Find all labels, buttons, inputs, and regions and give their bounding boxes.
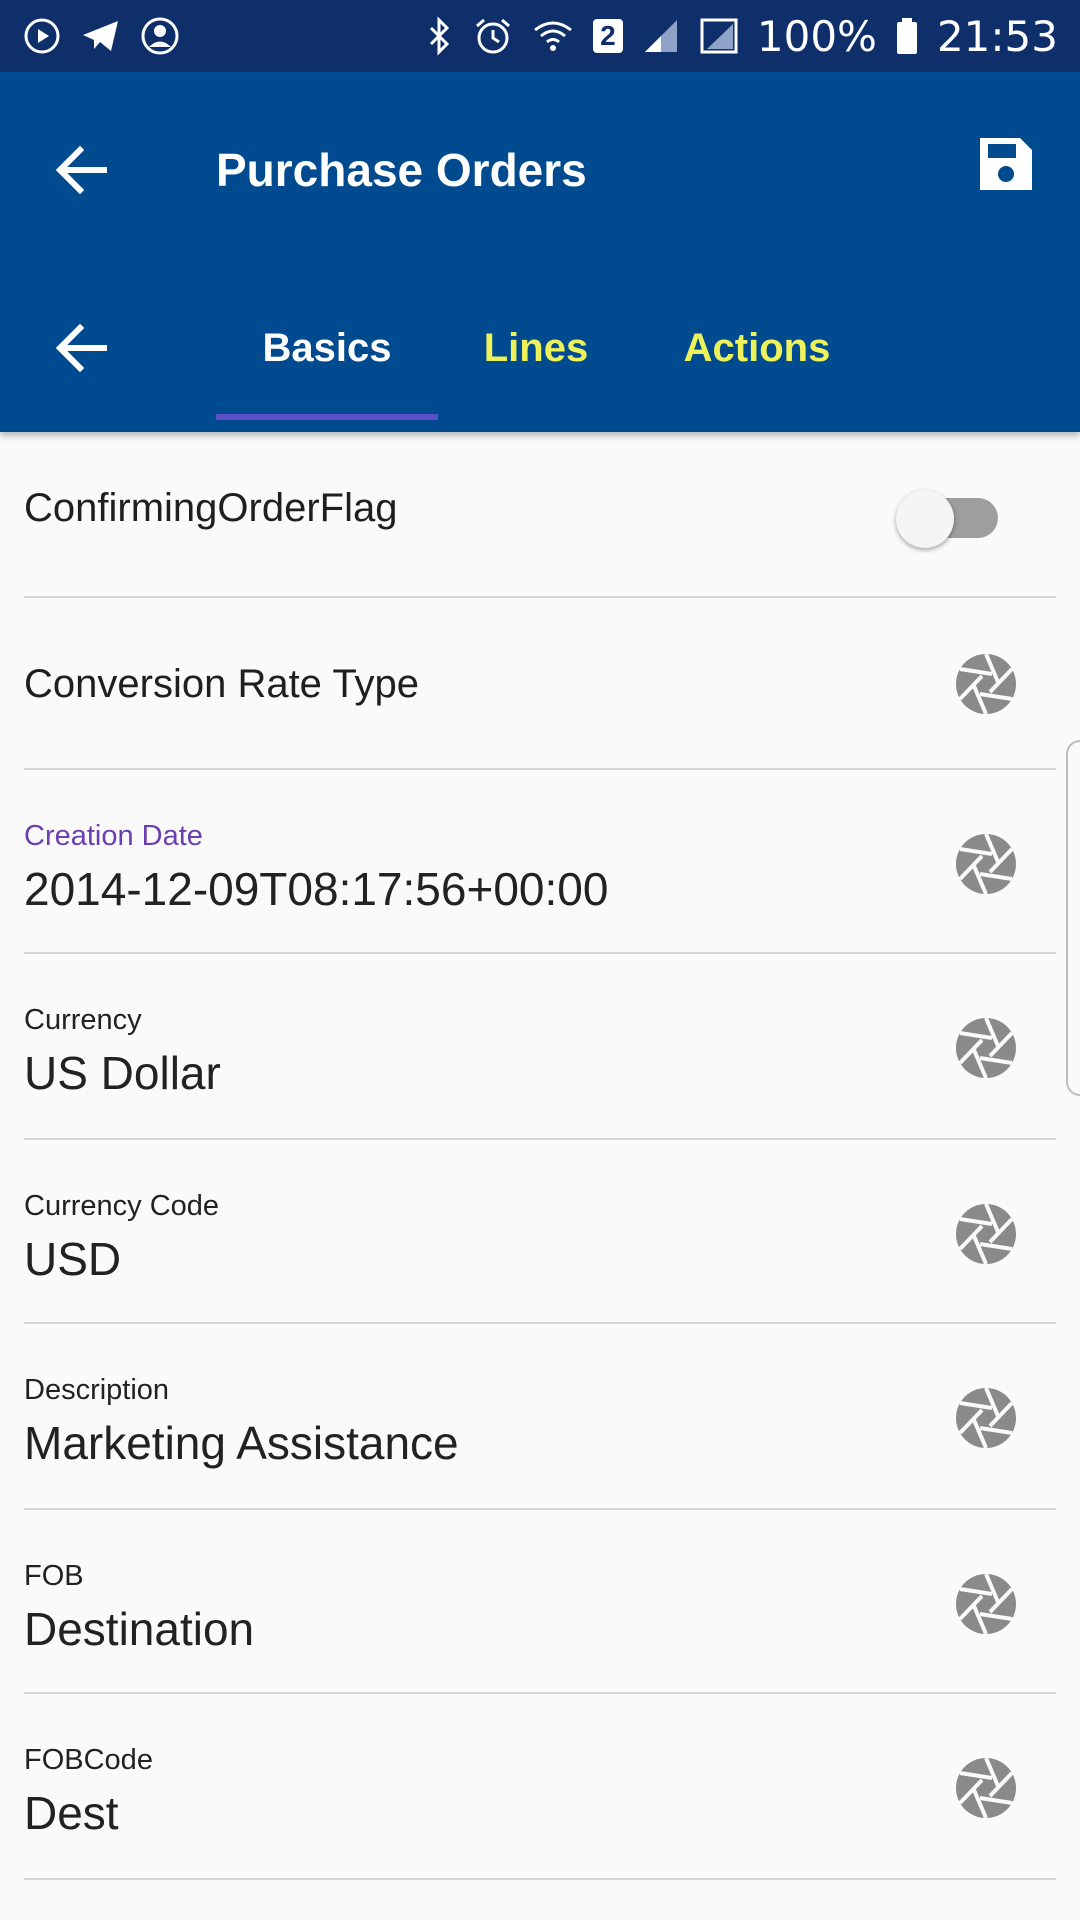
list-item-currency[interactable]: Currency US Dollar: [24, 954, 1056, 1140]
field-value: Marketing Assistance: [24, 1417, 459, 1469]
battery-icon: [896, 18, 917, 54]
toggle-thumb: [896, 490, 954, 548]
tab-lines[interactable]: Lines: [470, 316, 602, 380]
aperture-icon[interactable]: [954, 1756, 1018, 1820]
tab-actions[interactable]: Actions: [668, 316, 846, 380]
list-item-conversion-rate-type[interactable]: Conversion Rate Type: [24, 598, 1056, 770]
field-value: US Dollar: [24, 1047, 221, 1099]
list-item-confirming-order-flag: ConfirmingOrderFlag: [24, 432, 1056, 598]
aperture-icon[interactable]: [954, 1016, 1018, 1080]
field-label: ConfirmingOrderFlag: [24, 486, 398, 530]
page-title: Purchase Orders: [216, 144, 587, 196]
tab-basics[interactable]: Basics: [216, 316, 438, 380]
list-item-fob[interactable]: FOB Destination: [24, 1510, 1056, 1694]
field-value: Dest: [24, 1787, 119, 1839]
clock: 21:53: [936, 11, 1058, 61]
field-label: Creation Date: [24, 820, 203, 852]
confirming-order-flag-toggle[interactable]: [896, 482, 1006, 548]
field-label: Currency Code: [24, 1190, 220, 1222]
arrow-back-icon[interactable]: [52, 138, 116, 202]
sim-badge: 2: [592, 19, 623, 53]
field-value: 2014-12-09T08:17:56+00:00: [24, 863, 609, 915]
wifi-icon: [533, 21, 572, 51]
field-label: Currency: [24, 1004, 142, 1036]
save-icon[interactable]: [976, 134, 1036, 194]
alarm-icon: [475, 18, 510, 54]
field-value: USD: [24, 1233, 122, 1285]
field-label: FOBCode: [24, 1744, 153, 1776]
field-label: FOB: [24, 1560, 84, 1592]
account-circle-icon: [141, 17, 179, 55]
field-label: Description: [24, 1374, 170, 1406]
tab-bar: Basics Lines Actions: [0, 264, 1080, 432]
list-item-fob-code[interactable]: FOBCode Dest: [24, 1694, 1056, 1880]
aperture-icon[interactable]: [954, 1202, 1018, 1266]
list-item-description[interactable]: Description Marketing Assistance: [24, 1324, 1056, 1510]
list-item-currency-code[interactable]: Currency Code USD: [24, 1140, 1056, 1324]
signal-icon: [644, 20, 677, 52]
play-circle-icon: [24, 18, 60, 54]
aperture-icon[interactable]: [954, 652, 1018, 716]
field-label: Conversion Rate Type: [24, 662, 420, 706]
aperture-icon[interactable]: [954, 1572, 1018, 1636]
scroll-handle[interactable]: [1066, 740, 1080, 1096]
status-bar: 2 100% 21:53: [0, 0, 1080, 72]
list-item-creation-date[interactable]: Creation Date 2014-12-09T08:17:56+00:00: [24, 770, 1056, 954]
bluetooth-icon: [429, 16, 449, 56]
roaming-signal-icon: [700, 18, 738, 54]
arrow-back-icon[interactable]: [52, 316, 116, 380]
aperture-icon[interactable]: [954, 1386, 1018, 1450]
tab-indicator: [216, 414, 438, 420]
telegram-icon: [83, 21, 118, 51]
aperture-icon[interactable]: [954, 832, 1018, 896]
app-bar: Purchase Orders: [0, 72, 1080, 264]
battery-percent: 100%: [756, 11, 877, 61]
field-value: Destination: [24, 1603, 255, 1655]
